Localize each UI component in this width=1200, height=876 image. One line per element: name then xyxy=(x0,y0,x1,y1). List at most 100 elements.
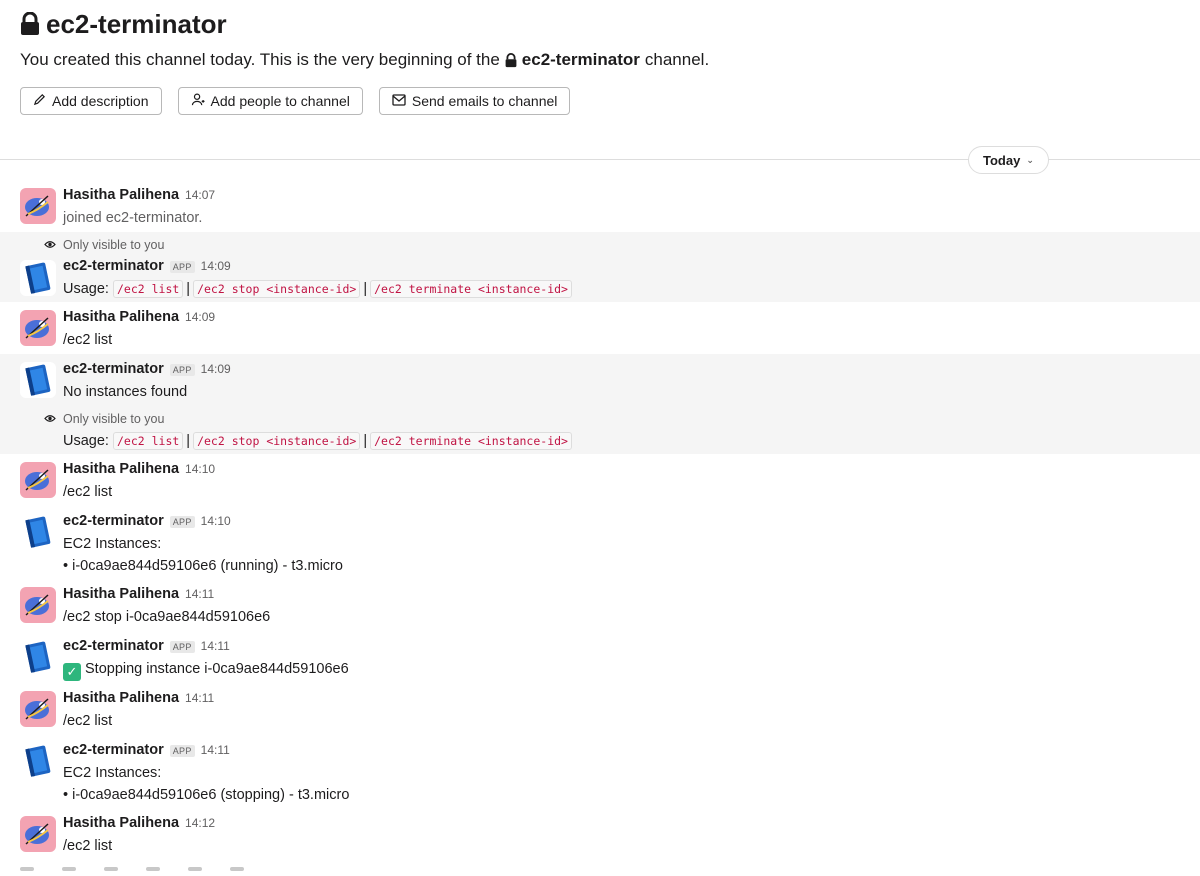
avatar[interactable] xyxy=(20,743,56,779)
avatar[interactable] xyxy=(20,310,56,346)
avatar[interactable] xyxy=(20,816,56,852)
message-text: EC2 Instances: xyxy=(63,765,162,781)
visibility-text: Only visible to you xyxy=(63,238,165,252)
format-icon[interactable] xyxy=(104,867,118,871)
code-inline: /ec2 stop <instance-id> xyxy=(193,432,361,450)
format-icon[interactable] xyxy=(20,867,34,871)
message-text: /ec2 list xyxy=(63,332,113,348)
add-person-icon xyxy=(191,93,205,109)
message[interactable]: ec2-terminator APP 14:11 EC2 Instances: … xyxy=(0,735,1200,808)
timestamp[interactable]: 14:10 xyxy=(185,462,215,476)
timestamp[interactable]: 14:09 xyxy=(201,362,231,376)
timestamp[interactable]: 14:09 xyxy=(185,310,215,324)
author-name[interactable]: Hasitha Palihena xyxy=(63,586,179,602)
add-people-label: Add people to channel xyxy=(210,93,350,109)
email-icon xyxy=(392,93,406,109)
author-name[interactable]: Hasitha Palihena xyxy=(63,309,179,325)
message[interactable]: Hasitha Palihena 14:11 /ec2 list xyxy=(0,683,1200,735)
avatar[interactable] xyxy=(20,691,56,727)
date-jump-button[interactable]: Today ⌄ xyxy=(968,146,1049,174)
author-name[interactable]: ec2-terminator xyxy=(63,513,164,529)
add-people-button[interactable]: Add people to channel xyxy=(177,87,363,115)
usage-text: Usage: /ec2 list |/ec2 stop <instance-id>… xyxy=(63,430,572,452)
message-text: Stopping instance i-0ca9ae844d59106e6 xyxy=(85,661,349,677)
message-list: Hasitha Palihena 14:07 joined ec2-termin… xyxy=(0,180,1200,860)
app-badge: APP xyxy=(169,745,195,757)
author-name[interactable]: ec2-terminator xyxy=(63,258,164,274)
usage-label: Usage: xyxy=(63,433,109,449)
format-icon[interactable] xyxy=(62,867,76,871)
message[interactable]: Hasitha Palihena 14:09 /ec2 list xyxy=(0,302,1200,354)
author-name[interactable]: Hasitha Palihena xyxy=(63,815,179,831)
format-icon[interactable] xyxy=(146,867,160,871)
timestamp[interactable]: 14:10 xyxy=(201,514,231,528)
message[interactable]: ec2-terminator APP 14:11 ✓ Stopping insta… xyxy=(0,631,1200,683)
avatar[interactable] xyxy=(20,260,56,296)
send-emails-label: Send emails to channel xyxy=(411,93,558,109)
author-name[interactable]: ec2-terminator xyxy=(63,638,164,654)
message[interactable]: Hasitha Palihena 14:10 /ec2 list xyxy=(0,454,1200,506)
intro-channel-link[interactable]: ec2-terminator xyxy=(522,50,640,70)
date-label: Today xyxy=(983,152,1021,168)
author-name[interactable]: Hasitha Palihena xyxy=(63,187,179,203)
pencil-icon xyxy=(33,93,46,109)
message[interactable]: Hasitha Palihena 14:12 /ec2 list xyxy=(0,808,1200,860)
format-icon[interactable] xyxy=(230,867,244,871)
visibility-note: Only visible to you xyxy=(44,412,164,426)
lock-icon xyxy=(505,52,517,68)
format-icon[interactable] xyxy=(188,867,202,871)
author-name[interactable]: Hasitha Palihena xyxy=(63,461,179,477)
visibility-note: Only visible to you xyxy=(44,238,164,252)
timestamp[interactable]: 14:11 xyxy=(201,639,230,653)
app-badge: APP xyxy=(169,641,195,653)
message[interactable]: Only visible to you ec2-terminator APP 1… xyxy=(0,232,1200,302)
timestamp[interactable]: 14:11 xyxy=(185,691,214,705)
timestamp[interactable]: 14:12 xyxy=(185,816,215,830)
message[interactable]: ec2-terminator APP 14:10 EC2 Instances: … xyxy=(0,506,1200,579)
author-name[interactable]: ec2-terminator xyxy=(63,742,164,758)
code-inline: /ec2 stop <instance-id> xyxy=(193,280,361,298)
composer-toolbar[interactable] xyxy=(20,858,1180,871)
channel-title: ec2-terminator xyxy=(20,8,1180,40)
avatar[interactable] xyxy=(20,587,56,623)
send-emails-button[interactable]: Send emails to channel xyxy=(378,87,571,115)
message-text: No instances found xyxy=(63,384,188,400)
timestamp[interactable]: 14:07 xyxy=(185,188,215,202)
avatar[interactable] xyxy=(20,462,56,498)
author-name[interactable]: Hasitha Palihena xyxy=(63,690,179,706)
app-badge: APP xyxy=(169,261,195,273)
code-inline: /ec2 terminate <instance-id> xyxy=(370,280,572,298)
avatar[interactable] xyxy=(20,514,56,550)
avatar[interactable] xyxy=(20,362,56,398)
timestamp[interactable]: 14:11 xyxy=(185,587,214,601)
intro-text: You created this channel today. This is … xyxy=(20,50,500,69)
code-inline: /ec2 list xyxy=(112,432,184,450)
add-description-label: Add description xyxy=(52,93,149,109)
intro-suffix: channel. xyxy=(644,50,710,69)
avatar[interactable] xyxy=(20,639,56,675)
visibility-text: Only visible to you xyxy=(63,412,165,426)
list-item: • i-0ca9ae844d59106e6 (stopping) - t3.mi… xyxy=(63,787,350,803)
message-text: EC2 Instances: xyxy=(63,536,162,552)
author-name[interactable]: ec2-terminator xyxy=(63,361,164,377)
channel-header: ec2-terminator You created this channel … xyxy=(20,8,1180,115)
timestamp[interactable]: 14:11 xyxy=(201,743,230,757)
chevron-down-icon: ⌄ xyxy=(1026,154,1034,165)
channel-intro: You created this channel today. This is … xyxy=(20,50,1180,70)
usage-label: Usage: xyxy=(63,281,109,297)
message-text: /ec2 list xyxy=(63,838,113,854)
message[interactable]: Hasitha Palihena 14:11 /ec2 stop i-0ca9a… xyxy=(0,579,1200,631)
add-description-button[interactable]: Add description xyxy=(20,87,162,115)
code-inline: /ec2 list xyxy=(112,280,184,298)
timestamp[interactable]: 14:09 xyxy=(201,259,231,273)
app-badge: APP xyxy=(169,516,195,528)
lock-icon xyxy=(20,12,40,36)
avatar[interactable] xyxy=(20,188,56,224)
message[interactable]: Hasitha Palihena 14:07 joined ec2-termin… xyxy=(0,180,1200,232)
message[interactable]: ec2-terminator APP 14:09 No instances fo… xyxy=(0,354,1200,454)
eye-icon xyxy=(44,412,56,426)
message-text: /ec2 list xyxy=(63,713,113,729)
channel-name: ec2-terminator xyxy=(46,8,227,39)
code-inline: /ec2 terminate <instance-id> xyxy=(370,432,572,450)
usage-text: Usage: /ec2 list |/ec2 stop <instance-id>… xyxy=(63,278,572,300)
